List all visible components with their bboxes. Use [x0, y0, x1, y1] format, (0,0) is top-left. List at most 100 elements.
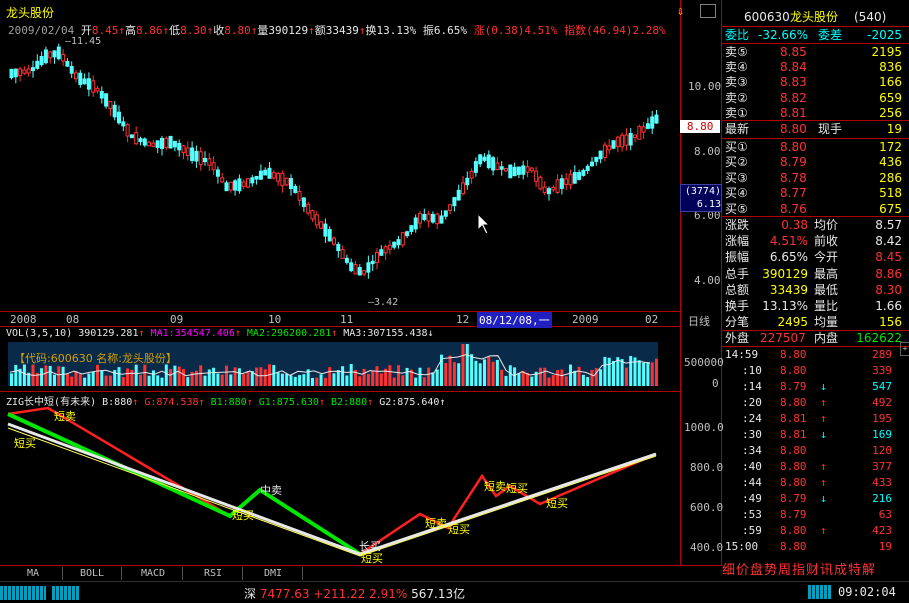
tab-ma[interactable]: MA	[4, 567, 63, 580]
index-ticker[interactable]: 深 7477.63 +211.22 2.91% 567.13亿	[244, 585, 465, 602]
volume-bar	[147, 375, 151, 386]
bid-row[interactable]: 买④ 8.77 518	[722, 185, 906, 201]
ask-row[interactable]: 卖⑤ 8.85 2195	[722, 44, 906, 60]
candle-body	[241, 181, 246, 187]
tick-row: :40 8.80 ↑ 377	[722, 460, 906, 474]
candle-body	[155, 140, 160, 148]
volume-bar	[620, 359, 624, 386]
volume-bar	[276, 372, 280, 386]
xaxis-top-line	[0, 311, 680, 312]
tab-boll[interactable]: BOLL	[63, 567, 122, 580]
tab-dmi[interactable]: DMI	[244, 567, 303, 580]
candle-body	[198, 151, 203, 165]
tick-price: 8.81	[780, 428, 807, 441]
tick-price: 8.80	[780, 444, 807, 457]
bid-row[interactable]: 买② 8.79 436	[722, 154, 906, 170]
zig-axis-label: 800.0	[690, 461, 724, 474]
stat-row: 总手 390129 最高 8.86	[722, 266, 906, 282]
bid-row[interactable]: 买⑤ 8.76 675	[722, 201, 906, 217]
candle-body	[65, 60, 70, 67]
tick-row: :10 8.80 339	[722, 364, 906, 378]
candle-body	[301, 197, 306, 207]
bid-row[interactable]: 买① 8.80 172	[722, 139, 906, 155]
zig-label-mid-sell: 中卖	[260, 484, 282, 497]
candle-body	[439, 215, 444, 224]
ask-row[interactable]: 卖④ 8.84 836	[722, 59, 906, 75]
bid-row[interactable]: 买③ 8.78 286	[722, 170, 906, 186]
volume-bar	[495, 359, 499, 386]
volume-bar	[500, 369, 504, 386]
arrow-down-icon[interactable]: ⇩	[677, 4, 684, 18]
ask-volume: 659	[879, 90, 902, 105]
candle-body	[344, 257, 349, 263]
volume-bar	[207, 369, 211, 386]
volume-bar	[560, 369, 564, 386]
zig-label-short-sell: 短卖	[425, 517, 447, 530]
scroll-up-icon[interactable]: +	[900, 342, 909, 356]
tick-arrow-icon: ↓	[820, 492, 827, 505]
volume-bar	[203, 375, 207, 386]
volume-bar	[229, 374, 233, 386]
stat-label: 分笔	[725, 315, 750, 330]
volume-bar	[483, 359, 486, 386]
candle-body	[598, 150, 603, 160]
ask-row[interactable]: 卖① 8.81 256	[722, 105, 906, 121]
stat-value: 33439	[769, 282, 808, 297]
tick-row: :49 8.79 ↓ 216	[722, 492, 906, 506]
candle-body	[392, 241, 397, 248]
candle-body	[263, 169, 268, 176]
ask-volume: 166	[879, 75, 902, 90]
zig-label-short-buy: 短买	[506, 482, 528, 495]
ask-price: 8.83	[780, 75, 807, 90]
tick-row: :44 8.80 ↑ 433	[722, 476, 906, 490]
tick-time: :10	[742, 364, 762, 377]
window-toggle-icon[interactable]	[700, 4, 716, 18]
candlestick-chart[interactable]	[0, 34, 680, 311]
tick-time: 15:00	[725, 540, 759, 553]
candle-body	[555, 179, 560, 193]
ask-row[interactable]: 卖② 8.82 659	[722, 90, 906, 106]
candle-body	[594, 156, 599, 162]
tick-volume: 169	[872, 428, 892, 441]
candle-body	[633, 134, 637, 139]
candle-body	[409, 225, 414, 232]
zig-chart[interactable]	[0, 404, 680, 564]
period-label[interactable]: 日线	[688, 313, 710, 329]
candle-body	[332, 237, 336, 245]
stat-value: 6.65%	[769, 250, 808, 265]
tick-row: 15:00 8.80 19	[722, 540, 906, 554]
volume-bar	[134, 364, 138, 386]
volume-bar	[121, 377, 125, 386]
candle-body	[297, 190, 302, 201]
tick-row: :24 8.81 ↑ 195	[722, 412, 906, 426]
candle-body	[482, 156, 487, 161]
candle-body	[396, 239, 401, 246]
candle-body	[620, 134, 625, 148]
candle-body	[284, 177, 289, 186]
volume-bar	[530, 376, 534, 386]
stat-value: 0.38	[781, 218, 808, 232]
tab-macd[interactable]: MACD	[124, 567, 183, 580]
x-axis-label: 08	[66, 313, 80, 326]
candle-body	[203, 157, 207, 163]
volume-bar	[513, 367, 517, 386]
stat-value: 1.66	[875, 299, 902, 313]
volume-bar	[186, 377, 190, 386]
bid-volume: 518	[879, 186, 902, 201]
volume-bar	[650, 362, 654, 386]
volume-bar	[126, 368, 130, 386]
volume-bar	[362, 368, 366, 386]
volume-bar	[431, 372, 435, 386]
bottom-function-tabs[interactable]: 细价盘势周指财讯成特解	[722, 562, 909, 580]
stat-label: 最高	[814, 266, 839, 281]
zig-axis-label: 1000.0	[684, 421, 724, 434]
candle-body	[435, 213, 440, 225]
stat-label: 振幅	[725, 250, 750, 265]
candle-body	[461, 182, 465, 195]
tab-rsi[interactable]: RSI	[184, 567, 243, 580]
tick-row: :34 8.80 120	[722, 444, 906, 458]
volume-bar	[156, 375, 160, 386]
tick-volume: 547	[872, 380, 892, 393]
candle-body	[430, 213, 435, 223]
ask-row[interactable]: 卖③ 8.83 166	[722, 74, 906, 90]
